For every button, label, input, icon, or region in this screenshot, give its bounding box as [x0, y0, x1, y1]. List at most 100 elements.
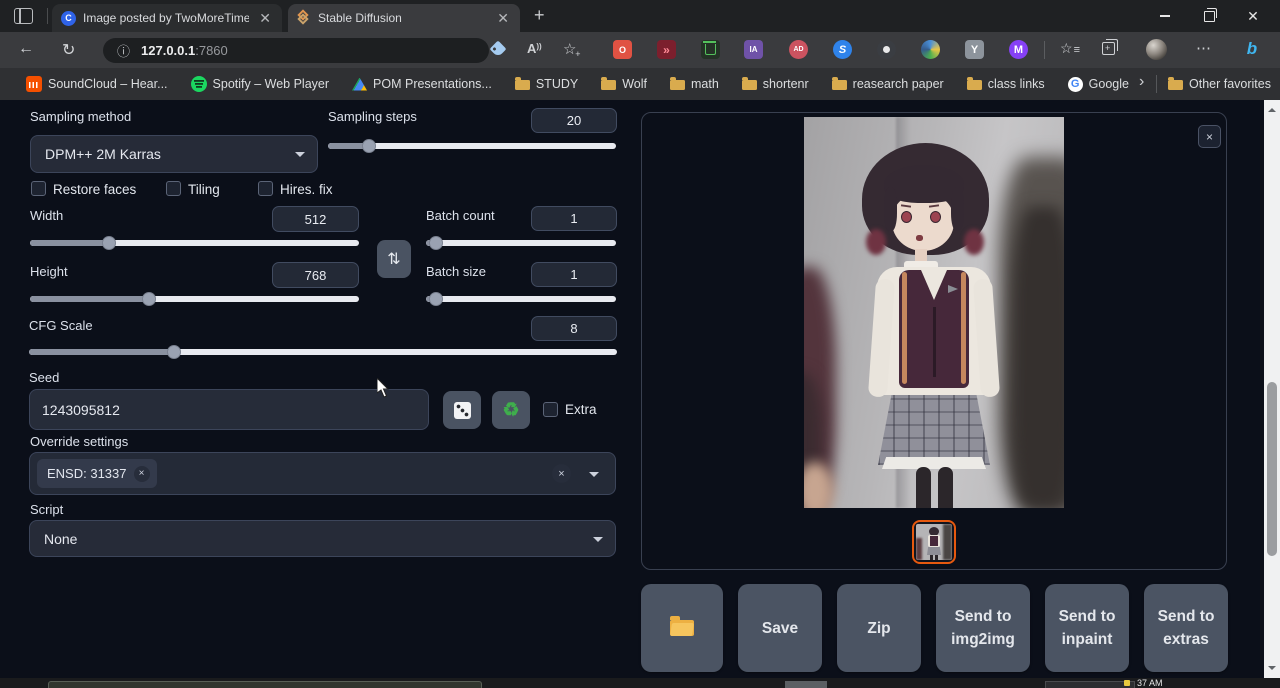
bookmark-other-favorites[interactable]: Other favorites	[1168, 68, 1271, 100]
bookmark-folder-wolf[interactable]: Wolf	[601, 77, 647, 91]
sampling-steps-label: Sampling steps	[328, 109, 417, 124]
slider-thumb[interactable]	[362, 139, 376, 153]
taskbar-search-box[interactable]	[48, 681, 482, 688]
height-slider[interactable]	[30, 292, 359, 306]
width-label: Width	[30, 208, 63, 223]
chevron-down-icon[interactable]	[589, 472, 599, 482]
send-to-inpaint-button[interactable]: Send to inpaint	[1045, 584, 1129, 672]
reload-icon[interactable]: ↻	[62, 40, 75, 60]
shazam-extension-icon[interactable]: S	[833, 40, 852, 59]
close-gallery-button[interactable]: ×	[1198, 125, 1221, 148]
ia-extension-icon[interactable]: IA	[744, 40, 763, 59]
close-window-button[interactable]: ✕	[1230, 0, 1276, 32]
adblock-extension-icon[interactable]: AD	[789, 40, 808, 59]
slider-thumb[interactable]	[142, 292, 156, 306]
save-button[interactable]: Save	[738, 584, 822, 672]
reuse-seed-button[interactable]: ♻	[492, 391, 530, 429]
open-folder-button[interactable]	[641, 584, 723, 672]
bookmark-folder-math[interactable]: math	[670, 77, 719, 91]
favorites-list-icon[interactable]: ☆	[1060, 40, 1080, 57]
gallery-thumbnail-selected[interactable]	[912, 520, 956, 564]
batch-count-value[interactable]: 1	[531, 206, 617, 231]
bookmark-spotify[interactable]: Spotify – Web Player	[191, 76, 330, 92]
random-seed-button[interactable]	[443, 391, 481, 429]
location-extension-icon[interactable]	[877, 40, 896, 59]
bookmark-label: Google	[1089, 77, 1129, 91]
collections-icon[interactable]	[1102, 42, 1115, 55]
override-chip[interactable]: ENSD: 31337 ×	[37, 459, 157, 488]
bookmark-folder-research[interactable]: reasearch paper	[832, 77, 944, 91]
bookmark-google[interactable]: GGoogle	[1068, 77, 1129, 92]
o-extension-icon[interactable]: O	[613, 40, 632, 59]
send-to-extras-button[interactable]: Send to extras	[1144, 584, 1228, 672]
batch-size-slider[interactable]	[426, 292, 616, 306]
restore-button[interactable]	[1186, 0, 1232, 32]
bookmark-label: Spotify – Web Player	[213, 77, 330, 91]
sampling-method-dropdown[interactable]: DPM++ 2M Karras	[30, 135, 318, 173]
tab-groups-icon[interactable]	[14, 8, 33, 24]
shopping-tag-icon[interactable]	[490, 41, 507, 58]
extra-checkbox[interactable]	[543, 402, 558, 417]
back-icon[interactable]: ←	[18, 40, 34, 58]
site-info-icon[interactable]: ⓘ	[117, 41, 130, 60]
thumb-skirt	[927, 547, 941, 555]
stable-diffusion-page: Sampling method DPM++ 2M Karras Sampling…	[0, 100, 1280, 678]
zip-button[interactable]: Zip	[837, 584, 921, 672]
tab-close-icon[interactable]: ✕	[257, 11, 273, 25]
minimize-button[interactable]	[1142, 0, 1188, 32]
batch-count-slider[interactable]	[426, 236, 616, 250]
seed-input[interactable]	[29, 389, 429, 430]
address-bar[interactable]: ⓘ 127.0.0.1:7860	[103, 38, 489, 63]
height-value[interactable]: 768	[272, 262, 359, 288]
width-slider[interactable]	[30, 236, 359, 250]
slider-thumb[interactable]	[429, 292, 443, 306]
y-extension-icon[interactable]: Y	[965, 40, 984, 59]
vertical-scrollbar[interactable]	[1264, 100, 1280, 678]
scroll-up-icon[interactable]	[1268, 104, 1276, 112]
bookmark-pom[interactable]: POM Presentations...	[352, 77, 492, 91]
bookmark-label: STUDY	[536, 77, 578, 91]
trash-extension-icon[interactable]	[701, 40, 720, 59]
more-menu-icon[interactable]: ⋯	[1196, 39, 1211, 57]
sampling-steps-slider[interactable]	[328, 139, 616, 153]
swap-dimensions-button[interactable]: ⇅	[377, 240, 411, 278]
bookmark-folder-classlinks[interactable]: class links	[967, 77, 1045, 91]
hires-fix-checkbox[interactable]	[258, 181, 273, 196]
generated-image[interactable]	[804, 117, 1064, 508]
globe-extension-icon[interactable]	[921, 40, 940, 59]
bookmark-folder-shortenr[interactable]: shortenr	[742, 77, 809, 91]
sampling-steps-value[interactable]: 20	[531, 108, 617, 133]
slider-thumb[interactable]	[102, 236, 116, 250]
tab-close-icon[interactable]: ✕	[495, 11, 511, 25]
tab-stable-diffusion[interactable]: Stable Diffusion ✕	[288, 4, 520, 32]
tiling-checkbox[interactable]	[166, 181, 181, 196]
add-favorite-icon[interactable]: ☆	[563, 40, 576, 58]
bookmarks-overflow-icon[interactable]: ›	[1139, 73, 1144, 91]
width-value[interactable]: 512	[272, 206, 359, 232]
script-dropdown[interactable]: None	[29, 520, 616, 557]
tab-civitai[interactable]: C Image posted by TwoMoreTimes ✕	[52, 4, 282, 32]
read-aloud-icon[interactable]: A))	[527, 41, 542, 56]
windows-taskbar-sliver: 37 AM	[0, 678, 1280, 688]
profile-avatar[interactable]	[1146, 39, 1167, 60]
bookmark-soundcloud[interactable]: SoundCloud – Hear...	[26, 76, 168, 92]
send-to-img2img-button[interactable]: Send to img2img	[936, 584, 1030, 672]
clear-selection-icon[interactable]: ×	[552, 464, 571, 483]
scrollbar-thumb[interactable]	[1267, 382, 1277, 556]
cfg-scale-value[interactable]: 8	[531, 316, 617, 341]
new-tab-button[interactable]: +	[534, 6, 545, 24]
monica-extension-icon[interactable]: M	[1009, 40, 1028, 59]
folder-icon	[601, 80, 616, 90]
cfg-scale-slider[interactable]	[29, 345, 617, 359]
restore-faces-checkbox[interactable]	[31, 181, 46, 196]
scroll-down-icon[interactable]	[1268, 666, 1276, 674]
batch-size-value[interactable]: 1	[531, 262, 617, 287]
override-settings-box[interactable]: ENSD: 31337 × ×	[29, 452, 616, 495]
slider-thumb[interactable]	[167, 345, 181, 359]
chip-remove-icon[interactable]: ×	[134, 466, 150, 482]
bing-icon[interactable]: b	[1240, 37, 1264, 61]
taskbar-app-button[interactable]	[785, 681, 827, 688]
slider-thumb[interactable]	[429, 236, 443, 250]
video-downloader-extension-icon[interactable]: »	[657, 40, 676, 59]
bookmark-folder-study[interactable]: STUDY	[515, 77, 578, 91]
